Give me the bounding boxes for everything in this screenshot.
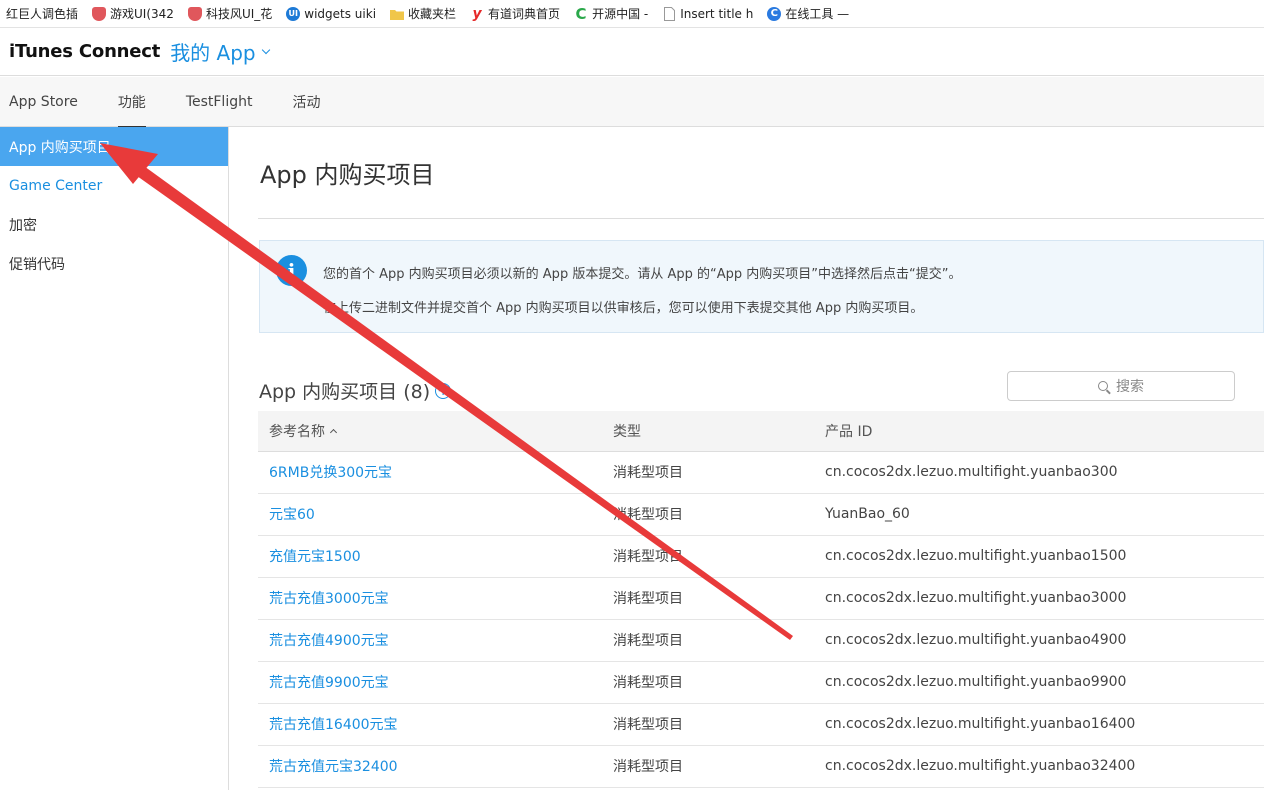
sort-ascending-icon <box>329 428 338 436</box>
sidebar-item-promo-codes[interactable]: 促销代码 <box>0 244 228 283</box>
product-id: cn.cocos2dx.lezuo.multifight.yuanbao300 <box>825 451 1264 494</box>
product-id: cn.cocos2dx.lezuo.multifight.yuanbao1500 <box>825 535 1264 578</box>
purchase-type: 消耗型项目 <box>613 451 825 494</box>
table-row: 荒古充值4900元宝 消耗型项目 cn.cocos2dx.lezuo.multifi… <box>258 619 1264 662</box>
product-id: cn.cocos2dx.lezuo.multifight.yuanbao4900 <box>825 619 1264 662</box>
chevron-down-icon <box>261 45 270 54</box>
add-purchase-button[interactable]: + <box>435 382 452 399</box>
main-content: App 内购买项目 i 您的首个 App 内购买项目必须以新的 App 版本提交… <box>258 127 1264 788</box>
sidebar-item-encryption[interactable]: 加密 <box>0 205 228 244</box>
brand-title: iTunes Connect <box>9 41 161 62</box>
bookmark-item[interactable]: 游戏UI(342 <box>92 5 174 22</box>
table-row: 元宝60 消耗型项目 YuanBao_60 <box>258 493 1264 536</box>
search-icon <box>1098 381 1108 391</box>
bookmark-item[interactable]: y 有道词典首页 <box>470 5 560 22</box>
table-row: 荒古充值3000元宝 消耗型项目 cn.cocos2dx.lezuo.multifi… <box>258 577 1264 620</box>
purchase-name-link[interactable]: 元宝60 <box>258 493 613 536</box>
info-icon: i <box>276 255 307 286</box>
product-id: cn.cocos2dx.lezuo.multifight.yuanbao1640… <box>825 703 1264 746</box>
table-row: 荒古充值16400元宝 消耗型项目 cn.cocos2dx.lezuo.multif… <box>258 703 1264 746</box>
table-row: 6RMB兑换300元宝 消耗型项目 cn.cocos2dx.lezuo.multif… <box>258 451 1264 494</box>
sidebar-item-in-app-purchases[interactable]: App 内购买项目 <box>0 127 228 166</box>
table-row: 充值元宝1500 消耗型项目 cn.cocos2dx.lezuo.multifigh… <box>258 535 1264 578</box>
oschina-icon: C <box>575 4 587 23</box>
section-header: App 内购买项目 (8) + 搜索 <box>258 371 1264 411</box>
tab-bar: App Store 功能 TestFlight 活动 <box>0 77 1264 128</box>
purchase-type: 消耗型项目 <box>613 535 825 578</box>
product-id: cn.cocos2dx.lezuo.multifight.yuanbao3000 <box>825 577 1264 620</box>
search-placeholder: 搜索 <box>1116 379 1144 395</box>
purchases-table: 参考名称 类型 产品 ID 6RMB兑换300元宝 消耗型项目 cn.cocos2d… <box>258 411 1264 788</box>
purchase-name-link[interactable]: 荒古充值16400元宝 <box>258 703 613 746</box>
ui-icon: UI <box>286 6 301 21</box>
column-header-type[interactable]: 类型 <box>613 411 825 452</box>
sidebar: App 内购买项目 Game Center 加密 促销代码 <box>0 127 229 790</box>
info-text-line-2: 在上传二进制文件并提交首个 App 内购买项目以供审核后，您可以使用下表提交其他… <box>323 301 924 316</box>
page-title: App 内购买项目 <box>260 161 435 189</box>
table-row: 荒古充值元宝32400 消耗型项目 cn.cocos2dx.lezuo.multif… <box>258 745 1264 788</box>
column-header-reference-name[interactable]: 参考名称 <box>258 411 613 452</box>
bookmarks-bar: 红巨人调色插 游戏UI(342 科技风UI_花 UI widgets uiki 收… <box>0 0 1264 28</box>
purchase-name-link[interactable]: 荒古充值3000元宝 <box>258 577 613 620</box>
purchase-type: 消耗型项目 <box>613 493 825 536</box>
bookmark-item[interactable]: 红巨人调色插 <box>6 5 78 22</box>
tool-icon: C <box>767 6 782 21</box>
top-header: iTunes Connect 我的 App <box>0 28 1264 76</box>
info-text-line-1: 您的首个 App 内购买项目必须以新的 App 版本提交。请从 App 的“Ap… <box>323 267 962 282</box>
page-icon <box>662 6 676 21</box>
folder-icon <box>390 7 405 21</box>
table-header-row: 参考名称 类型 产品 ID <box>258 411 1264 452</box>
purchase-type: 消耗型项目 <box>613 577 825 620</box>
bookmark-folder[interactable]: 收藏夹栏 <box>390 5 456 22</box>
purchase-type: 消耗型项目 <box>613 745 825 788</box>
section-title: App 内购买项目 (8) + <box>259 377 452 404</box>
bookmark-item[interactable]: UI widgets uiki <box>286 6 376 21</box>
my-app-menu[interactable]: 我的 App <box>170 37 270 66</box>
product-id: cn.cocos2dx.lezuo.multifight.yuanbao3240… <box>825 745 1264 788</box>
product-id: YuanBao_60 <box>825 493 1264 536</box>
product-id: cn.cocos2dx.lezuo.multifight.yuanbao9900 <box>825 661 1264 704</box>
bookmark-item[interactable]: C 开源中国 - <box>574 4 649 23</box>
youdao-icon: y <box>472 5 482 22</box>
bookmark-item[interactable]: 科技风UI_花 <box>187 5 272 22</box>
search-input[interactable]: 搜索 <box>1007 371 1235 401</box>
tab-activity[interactable]: 活动 <box>292 77 320 127</box>
purchase-name-link[interactable]: 6RMB兑换300元宝 <box>258 451 613 494</box>
purchase-name-link[interactable]: 荒古充值元宝32400 <box>258 745 613 788</box>
tab-features[interactable]: 功能 <box>117 77 146 128</box>
bookmark-item[interactable]: C 在线工具 — <box>767 5 849 22</box>
table-row: 荒古充值9900元宝 消耗型项目 cn.cocos2dx.lezuo.multifi… <box>258 661 1264 704</box>
bookmark-item[interactable]: Insert title h <box>662 6 753 21</box>
purchase-name-link[interactable]: 荒古充值9900元宝 <box>258 661 613 704</box>
tab-app-store[interactable]: App Store <box>9 77 78 127</box>
heart-icon <box>187 6 202 21</box>
heart-icon <box>92 6 107 21</box>
purchase-type: 消耗型项目 <box>613 661 825 704</box>
column-header-product-id[interactable]: 产品 ID <box>825 411 1264 452</box>
purchase-type: 消耗型项目 <box>613 619 825 662</box>
sidebar-item-game-center[interactable]: Game Center <box>0 166 228 205</box>
divider <box>258 218 1264 219</box>
purchase-name-link[interactable]: 荒古充值4900元宝 <box>258 619 613 662</box>
tab-testflight[interactable]: TestFlight <box>186 77 253 127</box>
purchase-name-link[interactable]: 充值元宝1500 <box>258 535 613 578</box>
info-banner: i 您的首个 App 内购买项目必须以新的 App 版本提交。请从 App 的“… <box>259 240 1264 333</box>
purchase-type: 消耗型项目 <box>613 703 825 746</box>
